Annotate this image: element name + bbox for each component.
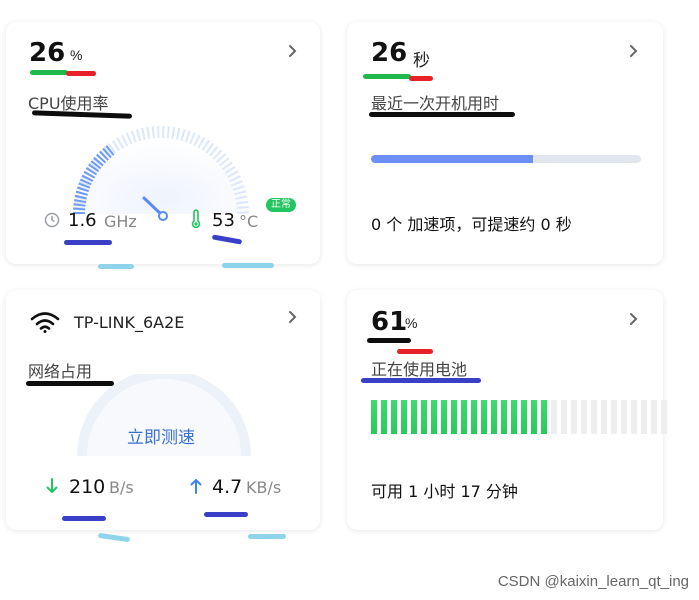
cpu-usage-value: 26 — [29, 38, 66, 68]
chevron-right-icon[interactable] — [286, 44, 300, 58]
thermometer-icon — [190, 209, 202, 229]
boot-time-progress-fill — [371, 155, 533, 163]
boot-time-progress — [371, 155, 641, 163]
battery-segment — [421, 400, 427, 434]
wifi-icon — [30, 310, 60, 334]
boot-time-value: 26 — [371, 38, 408, 68]
battery-segment — [441, 400, 447, 434]
battery-segment — [471, 400, 477, 434]
boot-time-label: 最近一次开机用时 — [371, 94, 500, 113]
cpu-temperature-unit: °C — [239, 212, 259, 231]
annotation-red — [409, 76, 433, 81]
wifi-ssid: TP-LINK_6A2E — [74, 313, 185, 332]
battery-segment — [601, 400, 607, 434]
chevron-right-icon[interactable] — [627, 44, 641, 58]
cpu-usage-unit: % — [70, 47, 83, 63]
annotation-blue — [62, 516, 106, 521]
battery-segment — [371, 400, 377, 434]
annotation-blue — [64, 240, 112, 245]
battery-segment — [401, 400, 407, 434]
battery-segment — [581, 400, 587, 434]
cpu-temperature-value: 53 — [212, 210, 235, 231]
annotation-cyan — [98, 264, 134, 269]
upload-speed-unit: KB/s — [246, 478, 282, 497]
clock-icon — [44, 212, 60, 228]
download-speed-value: 210 — [69, 476, 106, 498]
annotation-green — [363, 74, 411, 79]
temperature-status-badge: 正常 — [266, 198, 296, 212]
battery-segment — [561, 400, 567, 434]
speed-test-button[interactable]: 立即测速 — [127, 423, 195, 448]
network-card[interactable]: TP-LINK_6A2E 网络占用 立即测速 210 B/s 4.7 KB/s — [6, 290, 320, 530]
battery-segment — [651, 400, 657, 434]
annotation-cyan — [97, 532, 131, 543]
annotation-cyan — [222, 263, 274, 268]
battery-segment — [451, 400, 457, 434]
battery-segment — [641, 400, 647, 434]
battery-segment — [661, 400, 667, 434]
boot-time-card[interactable]: 26 秒 最近一次开机用时 0 个 加速项，可提速约 0 秒 — [347, 22, 663, 264]
battery-segment — [461, 400, 467, 434]
battery-segment — [541, 400, 547, 434]
cpu-gauge — [73, 126, 249, 221]
battery-segment — [531, 400, 537, 434]
cpu-frequency-value: 1.6 — [68, 210, 97, 231]
battery-segment — [551, 400, 557, 434]
battery-segment — [511, 400, 517, 434]
battery-level-bar — [371, 400, 667, 434]
battery-remaining-time: 可用 1 小时 17 分钟 — [371, 482, 518, 501]
battery-status-label: 正在使用电池 — [371, 360, 468, 379]
arrow-up-icon — [190, 478, 202, 494]
annotation-black — [367, 338, 411, 343]
battery-segment — [501, 400, 507, 434]
annotation-blue — [204, 512, 248, 517]
arrow-down-icon — [46, 478, 58, 494]
battery-level-unit: % — [405, 315, 418, 331]
download-speed-unit: B/s — [109, 478, 134, 497]
annotation-red — [66, 71, 96, 76]
speedup-summary: 0 个 加速项，可提速约 0 秒 — [371, 215, 572, 234]
annotation-blue — [361, 378, 481, 383]
battery-segment — [631, 400, 637, 434]
annotation-black — [26, 381, 114, 386]
battery-segment — [381, 400, 387, 434]
battery-segment — [571, 400, 577, 434]
upload-speed-value: 4.7 — [212, 476, 243, 498]
annotation-blue — [211, 234, 243, 245]
boot-time-unit: 秒 — [413, 51, 430, 70]
annotation-green — [30, 70, 68, 75]
cpu-card[interactable]: 26 % CPU使用率 1.6 GHz 53 °C 正常 — [6, 22, 320, 264]
battery-segment — [481, 400, 487, 434]
battery-segment — [591, 400, 597, 434]
battery-segment — [411, 400, 417, 434]
chevron-right-icon[interactable] — [286, 310, 300, 324]
battery-segment — [391, 400, 397, 434]
annotation-black — [369, 112, 515, 117]
battery-segment — [491, 400, 497, 434]
battery-segment — [621, 400, 627, 434]
battery-segment — [521, 400, 527, 434]
battery-level-value: 61 — [371, 307, 408, 337]
battery-segment — [431, 400, 437, 434]
cpu-frequency-unit: GHz — [104, 212, 137, 231]
chevron-right-icon[interactable] — [627, 312, 641, 326]
annotation-red — [397, 349, 433, 354]
battery-card[interactable]: 61 % 正在使用电池 可用 1 小时 17 分钟 — [347, 290, 667, 530]
watermark: CSDN @kaixin_learn_qt_ing — [497, 573, 689, 590]
annotation-cyan — [248, 534, 286, 539]
battery-segment — [611, 400, 617, 434]
